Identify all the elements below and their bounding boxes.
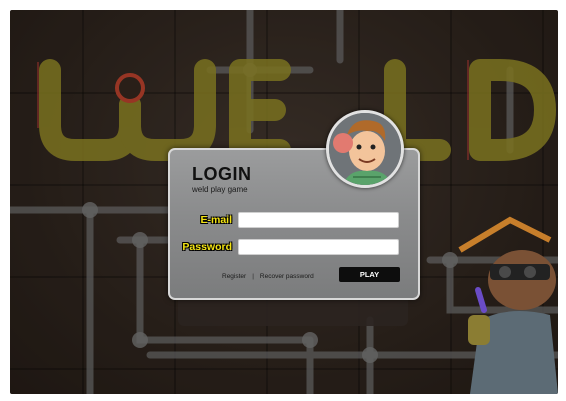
password-field[interactable] [238, 239, 399, 255]
play-button[interactable]: PLAY [339, 267, 400, 282]
smiling-welder-avatar-icon [329, 113, 401, 185]
register-link[interactable]: Register [222, 273, 246, 280]
email-label: E-mail [200, 214, 232, 226]
recover-password-link[interactable]: Recover password [260, 273, 314, 280]
login-subtitle: weld play game [192, 185, 248, 194]
link-separator: | [252, 273, 254, 280]
welder-with-torch-icon [458, 216, 558, 394]
login-title: LOGIN [192, 164, 252, 184]
account-links: Register | Recover password [222, 273, 314, 280]
email-field[interactable] [238, 212, 399, 228]
avatar [326, 110, 404, 188]
game-screen: LOGIN weld play game E-mail Password Reg… [10, 10, 558, 394]
password-label: Password [182, 241, 232, 253]
